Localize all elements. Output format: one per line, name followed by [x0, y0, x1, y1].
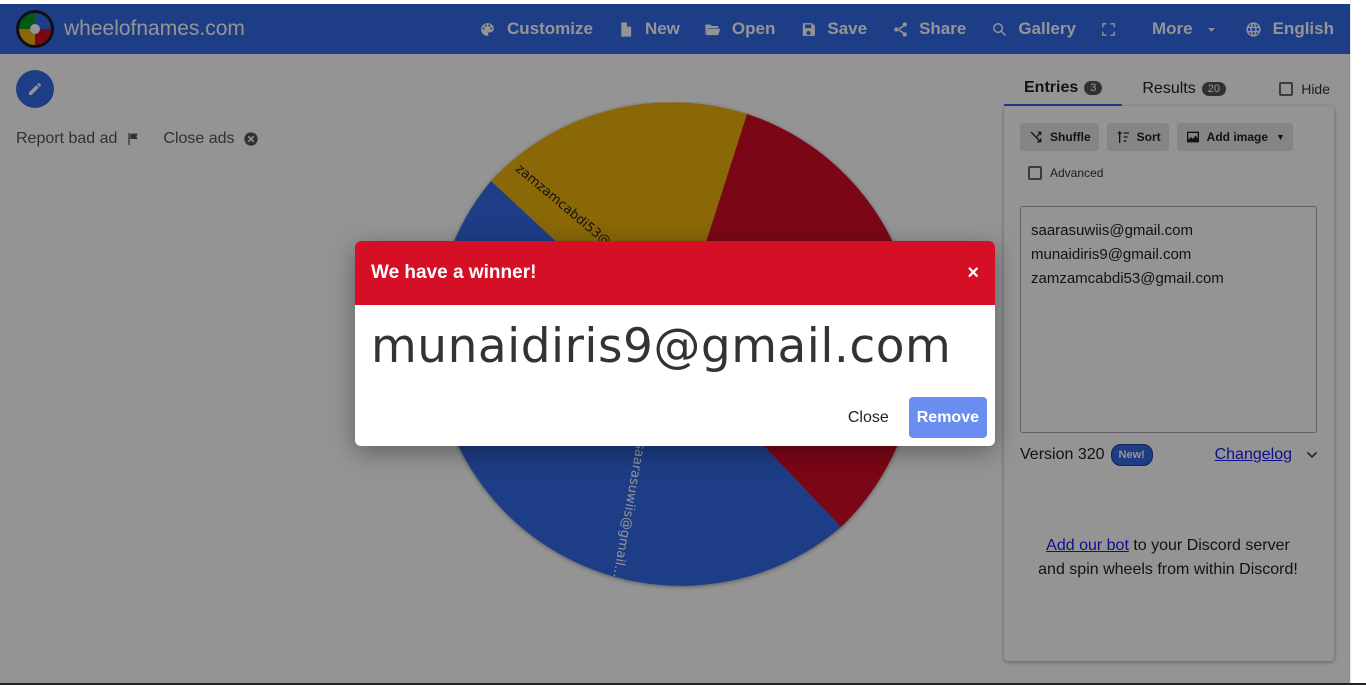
remove-button[interactable]: Remove — [908, 397, 987, 438]
close-icon[interactable]: × — [967, 263, 979, 283]
winner-dialog-header: We have a winner! × — [355, 241, 995, 305]
winner-name: munaidiris9@gmail.com — [371, 319, 952, 374]
winner-dialog-actions: Close Remove — [828, 397, 987, 438]
winner-dialog: We have a winner! × munaidiris9@gmail.co… — [355, 241, 995, 446]
close-button[interactable]: Close — [828, 398, 909, 438]
page-scrollbar[interactable] — [1350, 0, 1366, 685]
winner-dialog-title: We have a winner! — [371, 262, 537, 283]
